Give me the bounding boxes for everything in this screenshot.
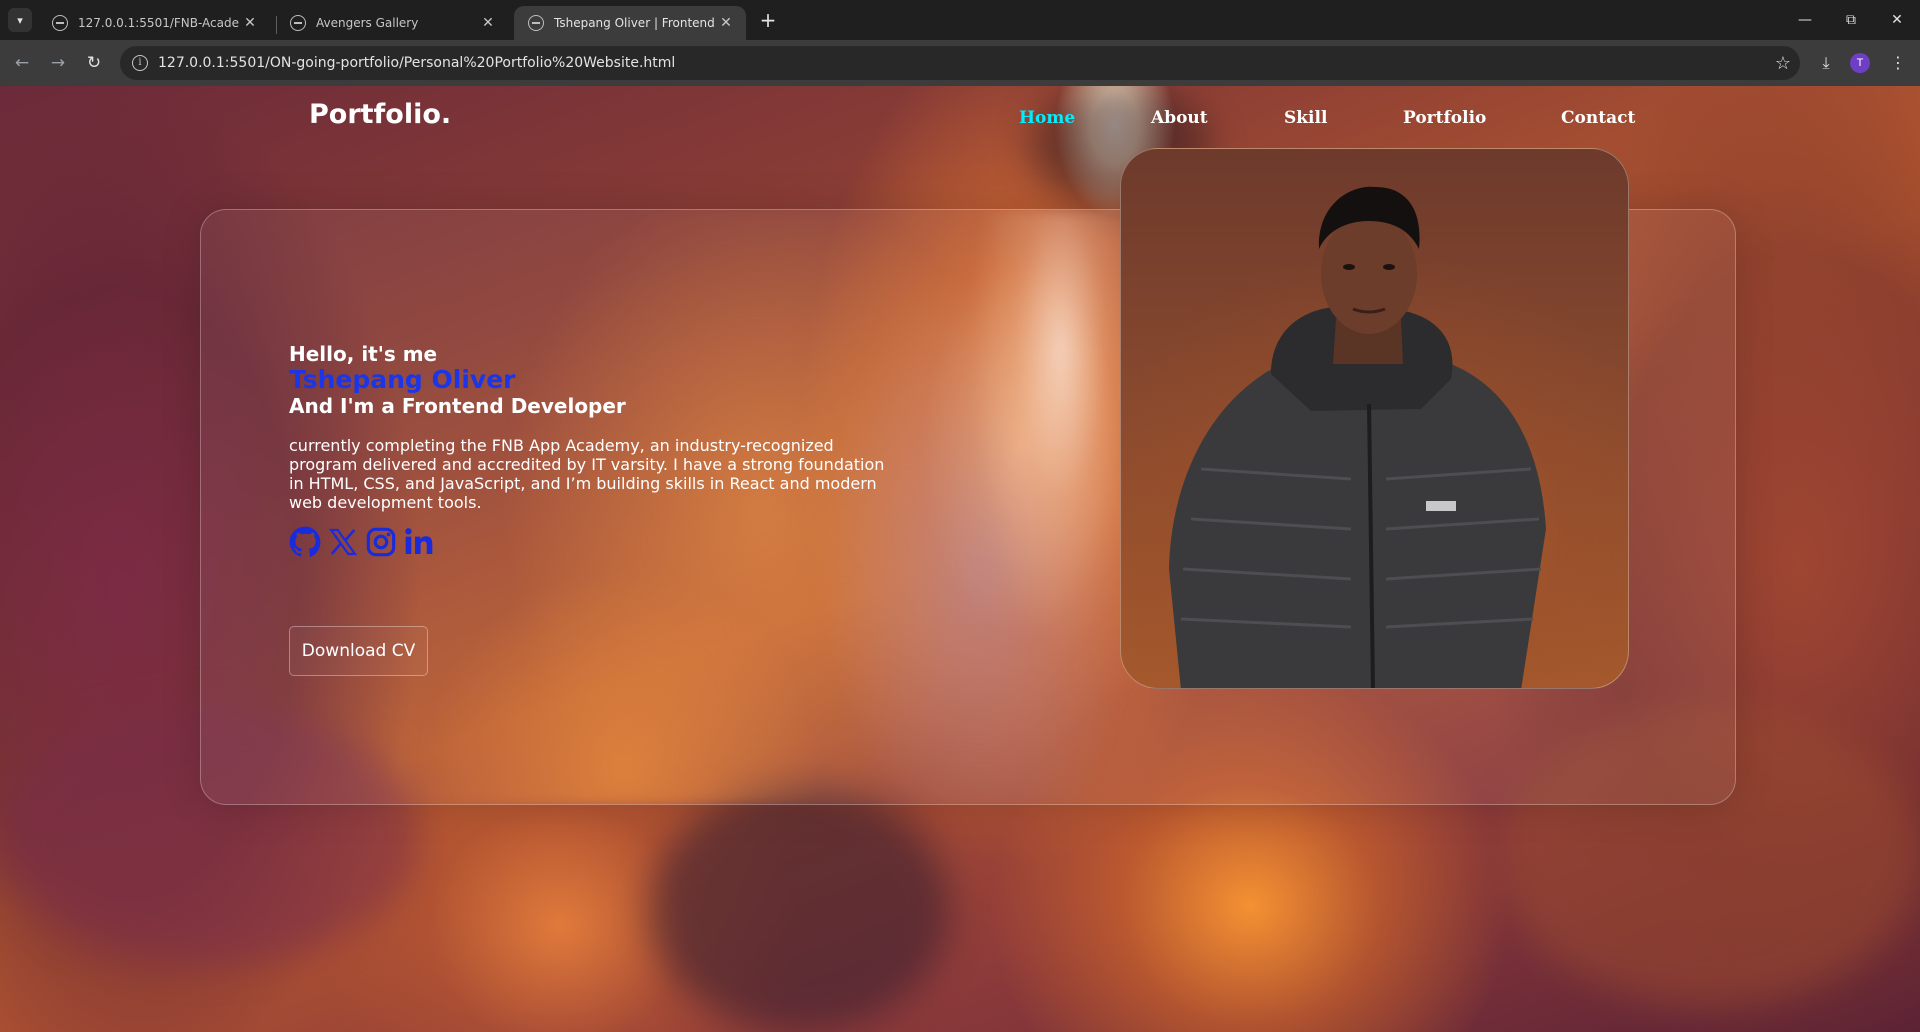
tab-title: Avengers Gallery — [316, 16, 419, 30]
instagram-icon[interactable] — [365, 526, 397, 558]
minimize-icon[interactable]: — — [1782, 0, 1828, 40]
globe-icon — [528, 15, 544, 31]
back-icon[interactable]: ← — [8, 49, 36, 77]
nav-contact[interactable]: Contact — [1561, 108, 1635, 128]
profile-photo — [1169, 186, 1546, 688]
globe-icon — [290, 15, 306, 31]
tab-title: 127.0.0.1:5501/FNB-Academy-/ — [78, 16, 240, 30]
background-streak — [650, 786, 950, 1032]
new-tab-button[interactable]: + — [756, 8, 780, 32]
site-info-icon[interactable]: i — [132, 55, 148, 71]
hero-role: And I'm a Frontend Developer — [289, 394, 626, 418]
close-window-icon[interactable]: ✕ — [1874, 0, 1920, 40]
close-tab-icon[interactable]: ✕ — [478, 15, 498, 31]
download-cv-button[interactable]: Download CV — [289, 626, 428, 676]
browser-tab-3-active[interactable]: Tshepang Oliver | Frontend Dev ✕ — [514, 6, 746, 40]
browser-tabstrip: ▾ 127.0.0.1:5501/FNB-Academy-/ ✕ Avenger… — [0, 0, 1920, 40]
hero-bio: currently completing the FNB App Academy… — [289, 436, 885, 512]
hero-name: Tshepang Oliver — [289, 365, 516, 394]
site-header: Portfolio. Home About Skill Portfolio Co… — [0, 86, 1920, 166]
reload-icon[interactable]: ↻ — [80, 49, 108, 77]
close-tab-icon[interactable]: ✕ — [716, 15, 736, 31]
nav-about[interactable]: About — [1151, 108, 1208, 128]
menu-icon[interactable]: ⋮ — [1884, 49, 1912, 77]
linkedin-icon[interactable] — [403, 526, 435, 558]
restore-icon[interactable]: ⧉ — [1828, 0, 1874, 40]
url-text[interactable]: 127.0.0.1:5501/ON-going-portfolio/Person… — [158, 55, 1766, 71]
page-viewport: Portfolio. Home About Skill Portfolio Co… — [0, 86, 1920, 1032]
forward-icon[interactable]: → — [44, 49, 72, 77]
tab-title: Tshepang Oliver | Frontend Dev — [554, 16, 716, 30]
bookmark-star-icon[interactable]: ☆ — [1766, 53, 1800, 74]
site-logo[interactable]: Portfolio. — [309, 99, 451, 130]
hero-intro: Hello, it's me Tshepang Oliver And I'm a… — [289, 342, 909, 512]
social-links — [289, 526, 435, 558]
download-icon[interactable]: ⤓ — [1812, 49, 1840, 77]
browser-toolbar: ← → ↻ i 127.0.0.1:5501/ON-going-portfoli… — [0, 40, 1920, 86]
hero-greeting: Hello, it's me — [289, 342, 438, 366]
nav-skill[interactable]: Skill — [1284, 108, 1327, 128]
globe-icon — [52, 15, 68, 31]
x-icon[interactable] — [327, 526, 359, 558]
browser-tab-2[interactable]: Avengers Gallery ✕ — [276, 6, 508, 40]
tab-search-button[interactable]: ▾ — [8, 8, 32, 32]
close-tab-icon[interactable]: ✕ — [240, 15, 260, 31]
address-bar[interactable]: i 127.0.0.1:5501/ON-going-portfolio/Pers… — [120, 46, 1800, 80]
nav-portfolio[interactable]: Portfolio — [1403, 108, 1486, 128]
profile-avatar[interactable]: T — [1850, 53, 1870, 73]
github-icon[interactable] — [289, 526, 321, 558]
profile-photo-frame — [1120, 148, 1629, 689]
nav-home[interactable]: Home — [1019, 108, 1075, 128]
browser-tab-1[interactable]: 127.0.0.1:5501/FNB-Academy-/ ✕ — [38, 6, 270, 40]
